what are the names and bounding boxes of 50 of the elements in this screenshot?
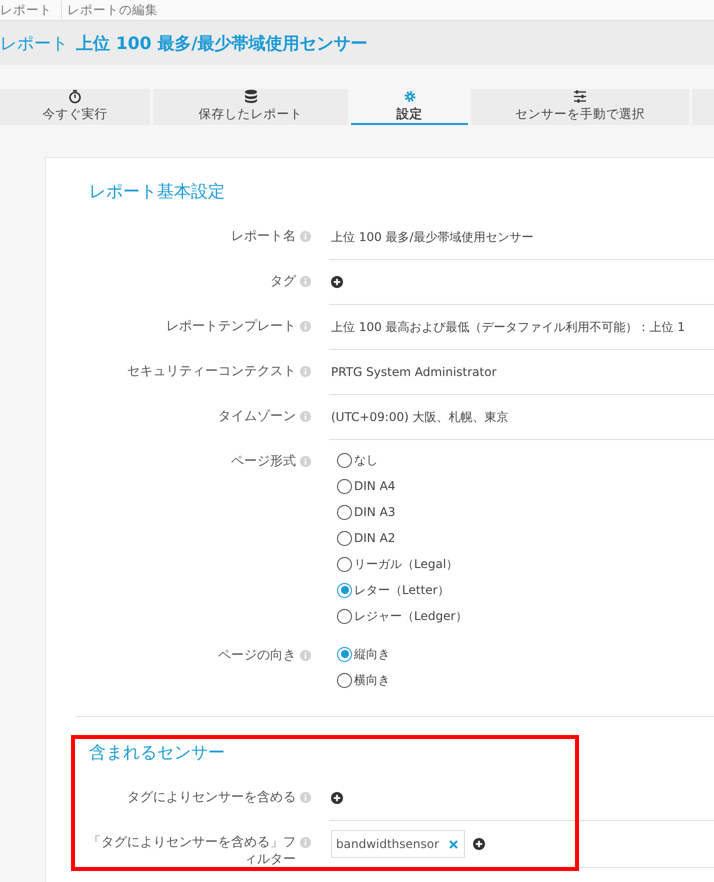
field-value[interactable]: PRTG System Administrator [331,365,497,379]
radio-label[interactable]: 横向き [354,672,390,688]
field-label: レポートテンプレート [166,318,296,335]
radio-button[interactable] [337,672,352,688]
field-label: ページの向き [218,647,296,664]
field-value[interactable]: (UTC+09:00) 大阪、札幌、東京 [331,408,509,426]
radio-label[interactable]: DIN A3 [354,505,396,519]
page-title-prefix: レポート [0,32,68,54]
radio-label[interactable]: DIN A4 [354,479,396,493]
stopwatch-icon [68,89,82,104]
field-value[interactable]: 上位 100 最多/最少帯域使用センサー [331,228,534,246]
field-label: タグ [270,273,296,290]
radio-button[interactable] [337,530,352,546]
radio-label[interactable]: 縦向き [354,646,390,662]
add-icon[interactable] [473,838,486,850]
breadcrumb-link[interactable]: レポート [0,1,62,19]
radio-button[interactable] [337,478,352,494]
section-heading: 含まれるセンサー [89,742,226,764]
page-title: 上位 100 最多/最少帯域使用センサー [76,32,368,54]
section-heading: レポート基本設定 [89,181,226,203]
field-label: タイムゾーン [218,408,296,425]
radio-button[interactable] [337,608,352,624]
tab[interactable]: センサーを手動で選択 [471,89,689,125]
radio-label[interactable]: DIN A2 [354,531,396,545]
remove-tag-icon[interactable] [449,840,458,848]
radio-button[interactable] [337,452,352,468]
radio-button[interactable] [337,504,352,520]
radio-button[interactable] [337,646,352,662]
radio-label[interactable]: レター（Letter） [354,582,450,598]
tab[interactable]: 今すぐ実行 [0,89,150,125]
field-label: タグによりセンサーを含める [127,789,296,806]
radio-button[interactable] [337,582,352,598]
radio-button[interactable] [337,556,352,572]
field-label: ページ形式 [231,453,296,470]
radio-label[interactable]: なし [354,452,378,468]
breadcrumb-link[interactable]: レポートの編集 [62,1,167,19]
add-icon[interactable] [331,276,343,288]
tag-text: bandwidthsensor [336,837,440,851]
settings-icon [402,89,416,104]
tab[interactable]: 設定 [351,89,468,125]
field-label: レポート名 [231,228,296,245]
database-icon [244,89,258,104]
field-value[interactable]: 上位 100 最高および最低（データファイル利用不可能）：上位 1 [331,318,685,336]
radio-label[interactable]: リーガル（Legal） [354,556,458,572]
tab[interactable]: 保存したレポート [153,89,348,125]
add-icon[interactable] [331,792,343,804]
sliders-icon [573,89,587,104]
radio-label[interactable]: レジャー（Ledger） [354,608,468,624]
field-label: セキュリティーコンテクスト [127,363,296,380]
field-label: 「タグによりセンサーを含める」フィルター [87,834,296,868]
